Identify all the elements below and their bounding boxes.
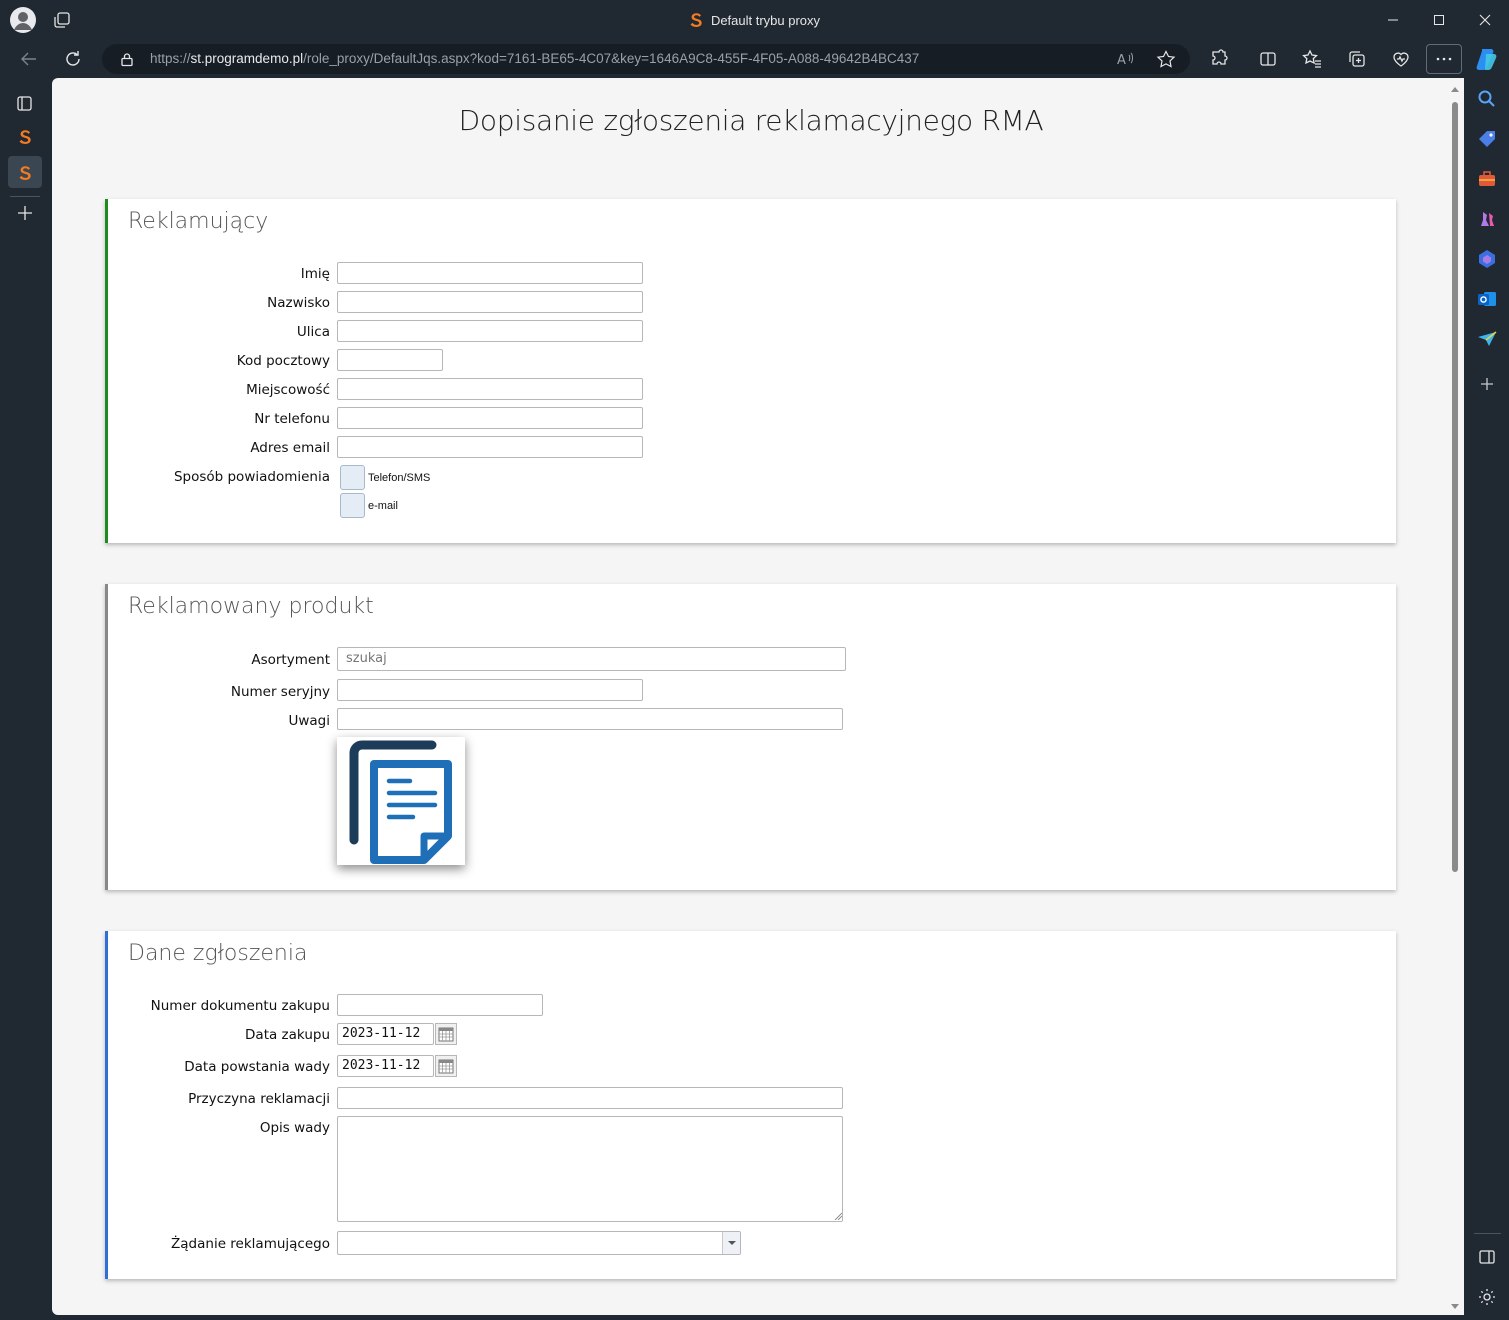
refresh-icon[interactable] xyxy=(61,47,85,71)
data-powstania-wady-input[interactable]: 2023-11-12 xyxy=(337,1055,434,1077)
window-title-text: Default trybu proxy xyxy=(710,13,821,28)
extensions-icon[interactable] xyxy=(1207,47,1231,71)
imie-label: Imię xyxy=(300,266,330,282)
vertical-tabs-strip xyxy=(0,78,52,1320)
sidebar-settings-gear-icon[interactable] xyxy=(1476,1286,1498,1308)
sidebar-shopping-tag-icon[interactable] xyxy=(1476,128,1498,150)
opis-wady-label: Opis wady xyxy=(259,1120,330,1136)
numer-seryjny-input[interactable] xyxy=(337,679,643,701)
section-dane-zgloszenia: Dane zgłoszenia Numer dokumentu zakupu D… xyxy=(105,931,1396,1279)
scrollbar-thumb[interactable] xyxy=(1452,102,1458,872)
nazwisko-label: Nazwisko xyxy=(267,295,330,311)
asortyment-search-input[interactable]: szukaj xyxy=(337,647,846,671)
read-aloud-icon[interactable]: A xyxy=(1116,50,1136,68)
chevron-down-icon[interactable] xyxy=(722,1232,740,1254)
sidebar-outlook-icon[interactable] xyxy=(1476,288,1498,310)
calendar-icon[interactable] xyxy=(435,1023,457,1045)
section-title: Reklamujący xyxy=(128,209,269,234)
collections-icon[interactable] xyxy=(1345,47,1369,71)
calendar-icon[interactable] xyxy=(435,1055,457,1077)
section-reklamujacy: Reklamujący Imię Nazwisko Ulica Kod pocz… xyxy=(105,199,1396,543)
app-logo-icon xyxy=(689,12,703,28)
copilot-icon[interactable] xyxy=(1474,46,1500,72)
przyczyna-reklamacji-input[interactable] xyxy=(337,1087,843,1109)
opis-wady-textarea[interactable] xyxy=(337,1116,843,1222)
svg-text:A: A xyxy=(1117,53,1126,68)
numer-dokumentu-label: Numer dokumentu zakupu xyxy=(150,998,330,1014)
asortyment-label: Asortyment xyxy=(251,652,330,668)
email-input[interactable] xyxy=(337,436,643,458)
sidebar-search-icon[interactable] xyxy=(1476,88,1498,110)
url-text[interactable]: https://st.programdemo.pl/role_proxy/Def… xyxy=(150,51,919,66)
tab-favicon-icon[interactable] xyxy=(12,124,38,150)
navigation-toolbar: https://st.programdemo.pl/role_proxy/Def… xyxy=(0,40,1509,78)
sidebar-copilot-icon[interactable] xyxy=(1476,248,1498,270)
section-title: Reklamowany produkt xyxy=(128,594,374,619)
split-screen-icon[interactable] xyxy=(1256,47,1280,71)
sidebar-tools-icon[interactable] xyxy=(1476,168,1498,190)
window-title: Default trybu proxy xyxy=(0,12,1509,28)
scroll-down-arrow-icon[interactable] xyxy=(1449,1302,1461,1312)
powiadomienie-label: Sposób powiadomienia xyxy=(173,469,330,485)
window-title-bar: Default trybu proxy xyxy=(0,0,1509,40)
sidebar-add-icon[interactable] xyxy=(1476,373,1498,395)
telefon-input[interactable] xyxy=(337,407,643,429)
section-stripe xyxy=(105,584,108,890)
tab-actions-icon[interactable] xyxy=(12,91,38,117)
section-stripe xyxy=(105,199,108,543)
close-icon[interactable] xyxy=(1473,8,1497,32)
lock-icon[interactable] xyxy=(120,52,134,67)
sidebar-games-icon[interactable] xyxy=(1476,208,1498,230)
sidebar-divider xyxy=(1474,1233,1501,1234)
telefon-sms-checkbox-label: Telefon/SMS xyxy=(368,472,431,484)
new-tab-plus-icon[interactable] xyxy=(12,200,38,226)
email-checkbox-label: e-mail xyxy=(368,500,398,512)
data-powstania-wady-label: Data powstania wady xyxy=(184,1059,330,1075)
telefon-sms-checkbox[interactable] xyxy=(340,465,365,490)
zadanie-reklamujacego-select[interactable] xyxy=(337,1231,741,1255)
uwagi-input[interactable] xyxy=(337,708,843,730)
kod-pocztowy-label: Kod pocztowy xyxy=(236,353,330,369)
numer-dokumentu-input[interactable] xyxy=(337,994,543,1016)
telefon-label: Nr telefonu xyxy=(254,411,330,427)
ulica-input[interactable] xyxy=(337,320,643,342)
page-viewport: Dopisanie zgłoszenia reklamacyjnego RMA … xyxy=(52,78,1464,1315)
data-zakupu-input[interactable]: 2023-11-12 xyxy=(337,1023,434,1045)
favorites-icon[interactable] xyxy=(1300,47,1324,71)
active-tab-favicon-icon[interactable] xyxy=(12,160,38,186)
przyczyna-reklamacji-label: Przyczyna reklamacji xyxy=(188,1091,330,1107)
page-title: Dopisanie zgłoszenia reklamacyjnego RMA xyxy=(458,104,1044,137)
sidebar-send-icon[interactable] xyxy=(1476,328,1498,350)
tabs-divider xyxy=(10,196,40,197)
scroll-up-arrow-icon[interactable] xyxy=(1449,84,1461,94)
favorite-star-icon[interactable] xyxy=(1156,50,1176,68)
miejscowosc-label: Miejscowość xyxy=(246,382,330,398)
attachment-document-icon[interactable] xyxy=(337,737,465,865)
numer-seryjny-label: Numer seryjny xyxy=(230,684,330,700)
kod-pocztowy-input[interactable] xyxy=(337,349,443,371)
maximize-icon[interactable] xyxy=(1427,8,1451,32)
miejscowosc-input[interactable] xyxy=(337,378,643,400)
email-checkbox[interactable] xyxy=(340,493,365,518)
ulica-label: Ulica xyxy=(296,324,330,340)
browser-essentials-icon[interactable] xyxy=(1389,47,1413,71)
uwagi-label: Uwagi xyxy=(288,713,330,729)
section-reklamowany-produkt: Reklamowany produkt Asortyment szukaj Nu… xyxy=(105,584,1396,890)
address-bar[interactable]: https://st.programdemo.pl/role_proxy/Def… xyxy=(102,44,1190,74)
email-label: Adres email xyxy=(250,440,330,456)
textarea-resize-handle-icon[interactable] xyxy=(834,1212,842,1220)
section-stripe xyxy=(105,931,108,1279)
page-scrollbar[interactable] xyxy=(1449,84,1461,1312)
nazwisko-input[interactable] xyxy=(337,291,643,313)
zadanie-reklamujacego-label: Żądanie reklamującego xyxy=(171,1236,330,1252)
sidebar-hide-panel-icon[interactable] xyxy=(1476,1246,1498,1268)
more-menu-icon[interactable] xyxy=(1426,44,1462,74)
minimize-icon[interactable] xyxy=(1381,8,1405,32)
edge-sidebar xyxy=(1466,78,1509,1320)
section-title: Dane zgłoszenia xyxy=(128,941,308,966)
data-zakupu-label: Data zakupu xyxy=(245,1027,330,1043)
back-arrow-icon[interactable] xyxy=(17,47,41,71)
imie-input[interactable] xyxy=(337,262,643,284)
